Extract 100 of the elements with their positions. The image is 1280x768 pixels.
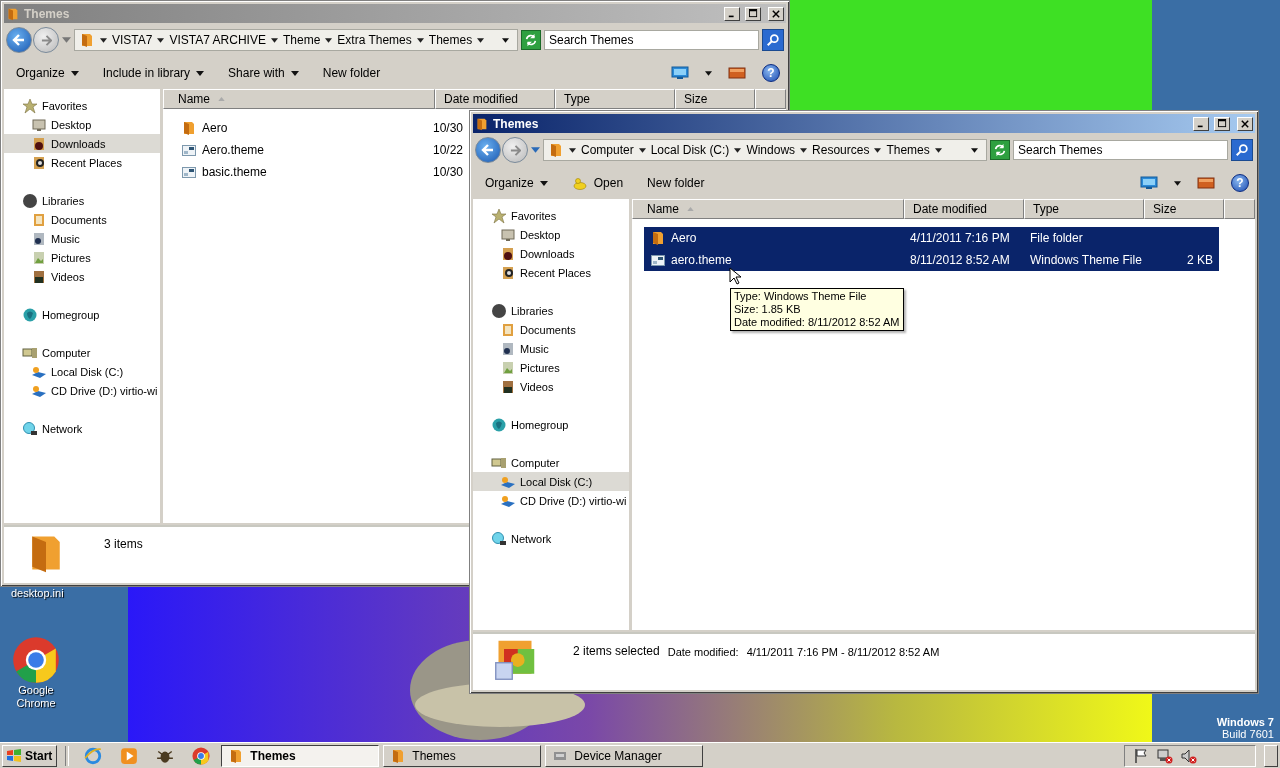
search-field[interactable]: Search Themes xyxy=(1013,140,1228,160)
nav-item[interactable]: Documents xyxy=(473,320,629,339)
nav-item[interactable]: Videos xyxy=(4,267,160,286)
column-header[interactable]: Date modified xyxy=(435,89,555,109)
breadcrumb[interactable]: Computer xyxy=(581,143,634,157)
window-title: Themes xyxy=(493,116,539,131)
nav-item[interactable]: CD Drive (D:) virtio-wi xyxy=(4,381,160,400)
caret-icon[interactable] xyxy=(874,147,882,153)
start-button[interactable]: Start xyxy=(2,744,58,767)
toolbar-button[interactable]: New folder xyxy=(641,173,711,193)
nav-item[interactable]: Pictures xyxy=(473,358,629,377)
nav-item[interactable]: Music xyxy=(473,339,629,358)
desktop-icon-label[interactable]: Google Chrome xyxy=(11,684,61,710)
pictures-icon xyxy=(31,249,47,266)
downloads-icon xyxy=(31,135,47,152)
sort-icon xyxy=(218,97,225,101)
nav-item[interactable]: Network xyxy=(473,529,629,548)
nav-item[interactable]: Recent Places xyxy=(4,153,160,172)
file-row[interactable]: Aero.theme 10/22 xyxy=(175,139,463,161)
speaker-muted-icon[interactable] xyxy=(1181,747,1197,764)
nav-item[interactable]: Desktop xyxy=(4,115,160,134)
caret-icon xyxy=(290,70,299,76)
file-row[interactable]: aero.theme 8/11/2012 8:52 AM Windows Theme File 2 KB xyxy=(644,249,1219,271)
refresh-icon xyxy=(524,33,538,47)
breadcrumb[interactable]: Local Disk (C:) xyxy=(650,143,730,157)
nav-item[interactable]: Local Disk (C:) xyxy=(473,472,629,491)
column-header[interactable]: Type xyxy=(555,89,675,109)
folder-icon xyxy=(181,120,197,136)
address-bar[interactable]: Computer Local Disk (C:) Windows Resources Themes xyxy=(543,139,987,161)
tooltip: Type: Windows Theme File Size: 1.85 KB Date modified: 8/11/2012 8:52 AM xyxy=(730,288,904,331)
column-header[interactable]: Name xyxy=(163,89,435,109)
column-header[interactable]: Name xyxy=(632,199,904,219)
nav-item[interactable]: Homegroup xyxy=(473,415,629,434)
nav-item[interactable]: CD Drive (D:) virtio-wi xyxy=(473,491,629,510)
window-title: Themes xyxy=(24,6,70,21)
nav-item[interactable]: Network xyxy=(4,419,160,438)
nav-item[interactable]: Recent Places xyxy=(473,263,629,282)
show-desktop-button[interactable] xyxy=(1264,744,1278,767)
caret-icon[interactable] xyxy=(1174,180,1181,186)
caret-icon[interactable] xyxy=(800,147,808,153)
preview-pane-icon[interactable] xyxy=(1197,176,1215,190)
file-name: aero.theme xyxy=(671,253,732,267)
libraries-icon xyxy=(491,302,507,319)
nav-item[interactable]: Videos xyxy=(473,377,629,396)
column-header[interactable]: Date modified xyxy=(904,199,1024,219)
file-row[interactable]: Aero 10/30 xyxy=(175,117,463,139)
nav-item[interactable]: Homegroup xyxy=(4,305,160,324)
nav-item[interactable]: Local Disk (C:) xyxy=(4,362,160,381)
maximize-button[interactable] xyxy=(1214,116,1230,131)
nav-item[interactable]: Downloads xyxy=(4,134,160,153)
caret-icon[interactable] xyxy=(934,147,942,153)
nav-item[interactable]: Favorites xyxy=(4,96,160,115)
nav-item[interactable]: Favorites xyxy=(473,206,629,225)
nav-item[interactable]: Downloads xyxy=(473,244,629,263)
taskbar-button[interactable]: Themes xyxy=(221,744,380,767)
nav-item[interactable]: Desktop xyxy=(473,225,629,244)
flag-icon[interactable] xyxy=(1133,747,1149,764)
caret-icon xyxy=(70,70,79,76)
close-button[interactable] xyxy=(1237,116,1253,131)
caret-icon[interactable] xyxy=(638,147,646,153)
homegroup-icon xyxy=(22,306,38,323)
toolbar-button[interactable]: Organize xyxy=(479,173,554,193)
nav-item[interactable]: Libraries xyxy=(473,301,629,320)
desktop-icon-label[interactable]: desktop.ini xyxy=(11,587,61,600)
taskbar-button[interactable]: Device Manager xyxy=(545,744,704,767)
desktop-icon xyxy=(31,116,47,133)
nav-item[interactable]: Libraries xyxy=(4,191,160,210)
column-header[interactable]: Size xyxy=(675,89,755,109)
taskbar-button[interactable]: Themes xyxy=(383,744,542,767)
nav-item[interactable]: Music xyxy=(4,229,160,248)
browser-icon[interactable] xyxy=(192,746,211,765)
forward-button[interactable] xyxy=(502,137,528,163)
nav-item[interactable]: Computer xyxy=(4,343,160,362)
nav-item[interactable]: Pictures xyxy=(4,248,160,267)
file-type: File folder xyxy=(1030,231,1083,245)
caret-icon[interactable] xyxy=(734,147,742,153)
file-row[interactable]: basic.theme 10/30 xyxy=(175,161,463,183)
nav-item[interactable]: Computer xyxy=(473,453,629,472)
view-options-icon[interactable] xyxy=(1140,176,1158,190)
file-date: 4/11/2011 7:16 PM xyxy=(910,231,1010,245)
toolbar-button[interactable]: Open xyxy=(565,172,630,194)
breadcrumb[interactable]: Resources xyxy=(812,143,870,157)
nav-item[interactable]: Documents xyxy=(4,210,160,229)
history-caret-icon[interactable] xyxy=(971,147,978,153)
caret-icon[interactable] xyxy=(569,147,576,153)
network-error-icon[interactable] xyxy=(1157,747,1173,764)
search-button[interactable] xyxy=(1231,139,1253,161)
back-arrow-icon xyxy=(480,142,496,158)
browser-icon[interactable] xyxy=(12,636,60,684)
minimize-button[interactable] xyxy=(1193,116,1209,131)
back-button[interactable] xyxy=(475,137,501,163)
column-header[interactable]: Size xyxy=(1144,199,1224,219)
column-header[interactable]: Type xyxy=(1024,199,1144,219)
file-row[interactable]: Aero 4/11/2011 7:16 PM File folder xyxy=(644,227,1219,249)
refresh-button[interactable] xyxy=(990,140,1010,160)
file-date: 10/30 xyxy=(432,121,463,135)
recent-pages-caret-icon[interactable] xyxy=(531,147,540,153)
breadcrumb[interactable]: Themes xyxy=(886,143,930,157)
folder-icon xyxy=(475,116,489,131)
breadcrumb[interactable]: Windows xyxy=(746,143,796,157)
